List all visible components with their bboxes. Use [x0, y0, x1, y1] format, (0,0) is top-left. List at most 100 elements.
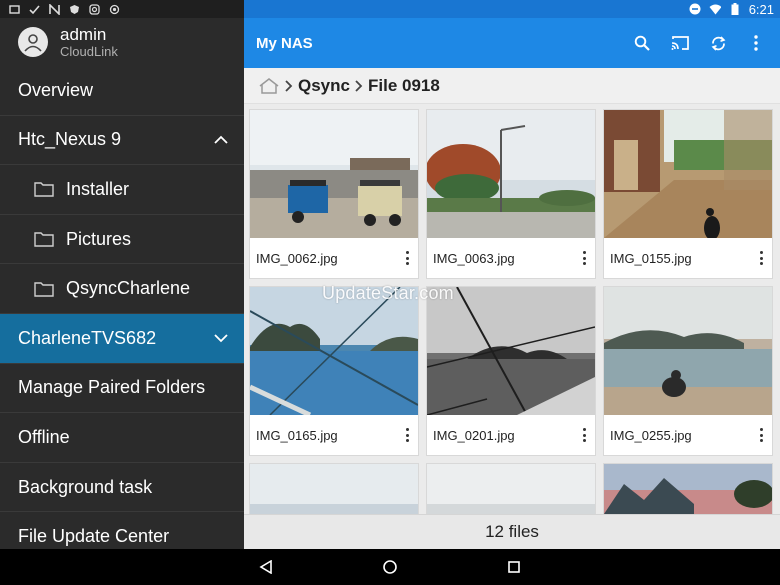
- account-name: admin: [60, 24, 107, 44]
- battery-icon: [729, 3, 741, 15]
- image-thumbnail: [427, 110, 595, 238]
- file-card[interactable]: IMG_0155.jpg: [603, 109, 773, 279]
- drawer-item-label: Manage Paired Folders: [18, 377, 206, 398]
- account-subtitle: CloudLink: [60, 43, 118, 59]
- file-card-footer: IMG_0063.jpg: [427, 238, 595, 278]
- avatar: [18, 27, 48, 57]
- file-card[interactable]: IMG_0165.jpg: [249, 286, 419, 456]
- file-count: 12 files: [485, 522, 539, 541]
- drawer-item-overview[interactable]: Overview: [0, 66, 244, 116]
- file-card[interactable]: [426, 463, 596, 514]
- status-bar-system: 6:21: [244, 0, 780, 18]
- drawer-item-label: QsyncCharlene: [66, 278, 191, 299]
- notification-icon: [8, 3, 20, 15]
- image-thumbnail: [604, 464, 772, 514]
- file-count-footer: 12 files: [244, 514, 780, 549]
- more-options-icon[interactable]: [402, 249, 412, 267]
- drawer-item-label: Installer: [66, 178, 130, 199]
- file-name: IMG_0062.jpg: [256, 250, 338, 266]
- app-bar-actions: [632, 33, 780, 53]
- drawer-item-background-task[interactable]: Background task: [0, 463, 244, 513]
- image-thumbnail: [250, 110, 418, 238]
- drawer-item-manage-paired-folders[interactable]: Manage Paired Folders: [0, 364, 244, 414]
- record-icon: [108, 3, 120, 15]
- drawer-item-label: Offline: [18, 426, 70, 447]
- file-name: IMG_0201.jpg: [433, 427, 515, 443]
- breadcrumb: Qsync File 0918: [244, 68, 780, 104]
- image-thumbnail: [250, 464, 418, 514]
- system-navigation-bar: [0, 549, 780, 585]
- wifi-icon: [709, 3, 721, 15]
- more-options-icon[interactable]: [756, 426, 766, 444]
- cast-icon[interactable]: [670, 33, 690, 53]
- file-card[interactable]: IMG_0063.jpg: [426, 109, 596, 279]
- folder-icon: [34, 232, 54, 247]
- drawer-item-label: File Update Center: [18, 526, 170, 547]
- overflow-menu-icon[interactable]: [746, 33, 766, 53]
- chevron-right-icon: [285, 79, 293, 92]
- folder-icon: [34, 281, 54, 297]
- file-card[interactable]: IMG_0255.jpg: [603, 286, 773, 456]
- sync-icon[interactable]: [708, 33, 728, 53]
- file-card-footer: IMG_0255.jpg: [604, 415, 772, 455]
- file-card-footer: IMG_0062.jpg: [250, 238, 418, 278]
- navigation-drawer: admin CloudLink Overview Htc_Nexus 9 Ins…: [0, 18, 244, 549]
- account-header[interactable]: admin CloudLink: [0, 18, 244, 66]
- breadcrumb-item-file-0918[interactable]: File 0918: [368, 76, 440, 96]
- file-card[interactable]: [249, 463, 419, 514]
- breadcrumb-item-qsync[interactable]: Qsync: [298, 76, 350, 96]
- file-grid: IMG_0062.jpg IMG_0063.jpg IMG_0155.jpg I…: [244, 104, 780, 514]
- more-options-icon[interactable]: [579, 249, 589, 267]
- status-bar: 6:21: [0, 0, 780, 18]
- image-thumbnail: [427, 287, 595, 415]
- drawer-item-label: Htc_Nexus 9: [18, 129, 122, 150]
- instagram-icon: [88, 3, 100, 15]
- do-not-disturb-icon: [689, 3, 701, 15]
- recents-icon[interactable]: [504, 557, 524, 577]
- image-thumbnail: [250, 287, 418, 415]
- person-icon: [24, 34, 42, 52]
- shield-icon: [68, 3, 80, 15]
- home-icon[interactable]: [258, 77, 280, 95]
- n-icon: [48, 3, 60, 15]
- search-icon[interactable]: [632, 33, 652, 53]
- drawer-item-label: CharleneTVS682: [18, 327, 157, 348]
- more-options-icon[interactable]: [579, 426, 589, 444]
- file-card-footer: IMG_0155.jpg: [604, 238, 772, 278]
- file-card[interactable]: IMG_0062.jpg: [249, 109, 419, 279]
- file-card[interactable]: IMG_0201.jpg: [426, 286, 596, 456]
- drawer-item-label: Pictures: [66, 228, 132, 249]
- file-name: IMG_0063.jpg: [433, 250, 515, 266]
- back-icon[interactable]: [256, 557, 276, 577]
- more-options-icon[interactable]: [756, 249, 766, 267]
- drawer-item-qsynccharlene[interactable]: QsyncCharlene: [0, 264, 244, 314]
- account-text: admin CloudLink: [60, 25, 118, 60]
- chevron-up-icon[interactable]: [214, 135, 228, 145]
- app-window: 6:21 admin CloudLink Overview Htc_Nexus …: [0, 0, 780, 585]
- app-bar: My NAS: [244, 18, 780, 68]
- image-thumbnail: [604, 110, 772, 238]
- status-bar-notifications: [0, 0, 244, 18]
- drawer-item-label: Overview: [18, 79, 94, 100]
- drawer-item-pictures[interactable]: Pictures: [0, 215, 244, 265]
- folder-icon: [34, 182, 54, 198]
- file-name: IMG_0255.jpg: [610, 427, 692, 443]
- file-card[interactable]: [603, 463, 773, 514]
- file-card-footer: IMG_0165.jpg: [250, 415, 418, 455]
- drawer-item-installer[interactable]: Installer: [0, 165, 244, 215]
- drawer-item-charlenetvs682[interactable]: CharleneTVS682: [0, 313, 244, 364]
- file-card-footer: IMG_0201.jpg: [427, 415, 595, 455]
- image-thumbnail: [604, 287, 772, 415]
- clock: 6:21: [748, 1, 774, 17]
- file-name: IMG_0165.jpg: [256, 427, 338, 443]
- page-title: My NAS: [256, 34, 313, 52]
- home-button-icon[interactable]: [380, 557, 400, 577]
- chevron-down-icon[interactable]: [214, 333, 228, 343]
- more-options-icon[interactable]: [402, 426, 412, 444]
- image-thumbnail: [427, 464, 595, 514]
- drawer-item-htc-nexus-9[interactable]: Htc_Nexus 9: [0, 116, 244, 166]
- drawer-item-file-update-center[interactable]: File Update Center: [0, 512, 244, 549]
- drawer-item-offline[interactable]: Offline: [0, 413, 244, 463]
- drawer-item-label: Background task: [18, 476, 153, 497]
- file-name: IMG_0155.jpg: [610, 250, 692, 266]
